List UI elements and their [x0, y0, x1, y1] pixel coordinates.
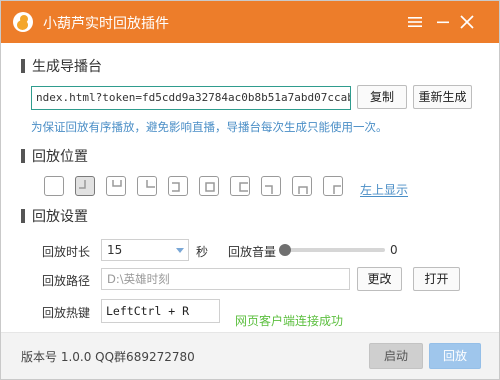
- section-marker: [21, 59, 25, 73]
- pos-empty-icon[interactable]: [44, 176, 64, 196]
- close-icon[interactable]: [457, 12, 477, 32]
- volume-label: 回放音量: [228, 245, 277, 259]
- duration-unit: 秒: [196, 245, 209, 259]
- pos-top-left-icon[interactable]: [75, 176, 95, 196]
- gourd-logo-icon: [13, 12, 33, 32]
- plugin-window: 小葫芦实时回放插件 生成导播台 ndex.html?token=fd5cdd9a…: [0, 0, 500, 380]
- connection-status: 网页客户端连接成功: [235, 314, 344, 328]
- window-title: 小葫芦实时回放插件: [43, 16, 169, 32]
- menu-icon[interactable]: [405, 12, 425, 32]
- version-text: 版本号 1.0.0 QQ群689272780: [21, 350, 195, 364]
- pos-middle-right-icon[interactable]: [230, 176, 250, 196]
- volume-value: 0: [390, 243, 398, 257]
- footer-bar: 版本号 1.0.0 QQ群689272780 启动 回放: [1, 332, 499, 379]
- chevron-down-icon: [176, 248, 184, 253]
- position-section-title: 回放位置: [32, 149, 88, 165]
- guide-section-title: 生成导播台: [32, 59, 102, 75]
- pos-top-center-icon[interactable]: [106, 176, 126, 196]
- copy-button[interactable]: 复制: [357, 85, 407, 109]
- duration-value: 15: [107, 243, 123, 257]
- settings-section-title: 回放设置: [32, 209, 88, 225]
- volume-slider-track: [279, 248, 385, 252]
- pos-bottom-right-icon[interactable]: [323, 176, 343, 196]
- hotkey-label: 回放热键: [42, 306, 91, 320]
- pos-center-icon[interactable]: [199, 176, 219, 196]
- path-label: 回放路径: [42, 274, 91, 288]
- duration-label: 回放时长: [42, 245, 91, 259]
- regenerate-button[interactable]: 重新生成: [413, 85, 472, 109]
- hotkey-field[interactable]: LeftCtrl + R: [101, 299, 220, 323]
- volume-slider-handle[interactable]: [279, 244, 291, 256]
- guide-hint-text: 为保证回放有序播放，避免影响直播，导播台每次生成只能使用一次。: [31, 120, 388, 134]
- start-button[interactable]: 启动: [369, 343, 423, 369]
- section-marker: [21, 209, 25, 223]
- pos-middle-left-icon[interactable]: [168, 176, 188, 196]
- pos-bottom-center-icon[interactable]: [292, 176, 312, 196]
- duration-select[interactable]: 15: [101, 239, 189, 261]
- replay-button[interactable]: 回放: [429, 343, 481, 369]
- minimize-icon[interactable]: [433, 12, 453, 32]
- section-marker: [21, 149, 25, 163]
- pos-bottom-left-icon[interactable]: [261, 176, 281, 196]
- change-path-button[interactable]: 更改: [357, 267, 402, 291]
- path-field[interactable]: D:\英雄时刻: [101, 268, 350, 290]
- guide-url-field[interactable]: ndex.html?token=fd5cdd9a32784ac0b8b51a7a…: [31, 86, 351, 110]
- position-selected-label[interactable]: 左上显示: [360, 181, 408, 198]
- open-folder-button[interactable]: 打开: [413, 267, 460, 291]
- pos-top-right-icon[interactable]: [137, 176, 157, 196]
- volume-slider[interactable]: [279, 244, 385, 256]
- title-bar[interactable]: 小葫芦实时回放插件: [1, 1, 499, 43]
